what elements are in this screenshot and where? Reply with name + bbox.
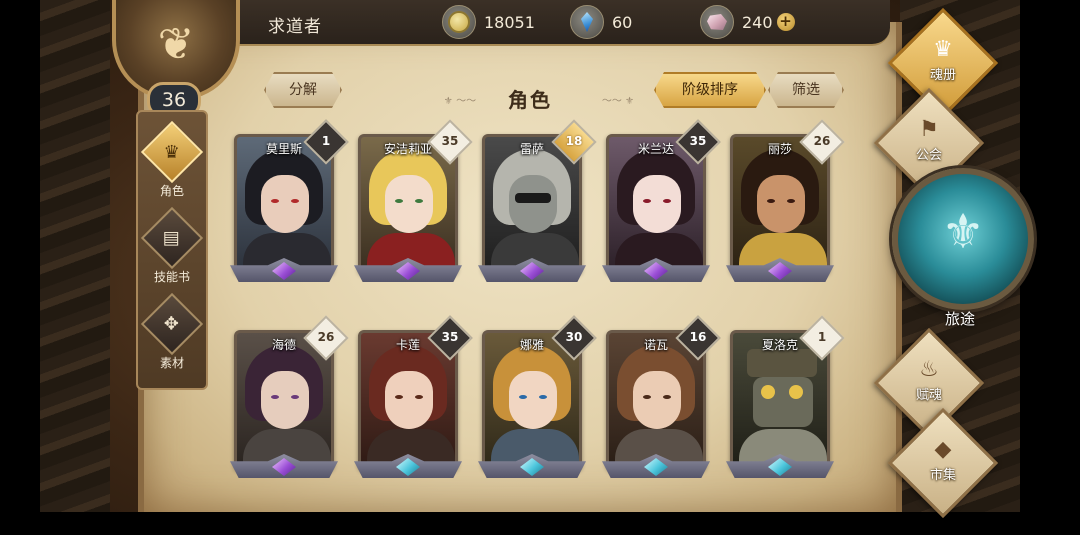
crystal-resource[interactable]: 60: [570, 4, 632, 40]
gold-coin-icon: [442, 5, 476, 39]
title-ornament-left: ⚜ ～～: [443, 96, 477, 107]
soul-book-icon: ♛: [933, 37, 953, 62]
character-card-morris[interactable]: 莫里斯 1: [230, 119, 349, 284]
gold-count: 18051: [484, 12, 535, 32]
player-name: 求道者: [268, 17, 322, 37]
character-card-karen[interactable]: 卡莲 35: [354, 315, 473, 480]
character-portrait: [733, 333, 827, 467]
ore-stone-icon: [700, 5, 734, 39]
rock-border-left: [40, 0, 110, 512]
journey-button[interactable]: ⚜: [892, 168, 1034, 310]
menu-label: 公会: [915, 148, 942, 163]
gold-resource[interactable]: 18051: [442, 4, 535, 40]
nav-item-characters[interactable]: ♛ 角色: [138, 120, 206, 200]
menu-label: 魂册: [929, 68, 956, 83]
ore-resource[interactable]: 240 +: [700, 4, 795, 40]
sort-by-rank-button[interactable]: 阶级排序: [654, 72, 766, 108]
character-card-lisa[interactable]: 丽莎 26: [726, 119, 845, 284]
character-portrait: [485, 333, 579, 467]
decompose-button[interactable]: 分解: [264, 72, 342, 108]
character-crest-icon: ♛: [163, 141, 181, 163]
character-card-nova[interactable]: 诺瓦 16: [602, 315, 721, 480]
guild-icon: ⚑: [919, 117, 939, 142]
character-card-leisa[interactable]: 雷萨 18: [478, 119, 597, 284]
character-portrait: [733, 137, 827, 271]
nav-item-label: 技能书: [153, 270, 190, 284]
character-card-naya[interactable]: 娜雅 30: [478, 315, 597, 480]
character-portrait: [485, 137, 579, 271]
blue-crystal-icon: [570, 5, 604, 39]
crystal-count: 60: [612, 12, 633, 32]
title-ornament-right: ～～ ⚜: [601, 96, 635, 107]
nav-item-materials[interactable]: ✥ 素材: [138, 292, 206, 372]
material-icon: ✥: [164, 313, 180, 335]
nav-item-label: 角色: [159, 184, 184, 198]
panel-title: 角色: [508, 88, 552, 112]
journey-label: 旅途: [944, 310, 975, 328]
menu-label: 市集: [929, 468, 956, 483]
nav-item-label: 素材: [159, 356, 184, 370]
ore-count: 240: [742, 12, 773, 32]
character-portrait: [609, 333, 703, 467]
filter-button[interactable]: 筛选: [768, 72, 844, 108]
character-portrait: [237, 333, 331, 467]
character-card-hyde[interactable]: 海德 26: [230, 315, 349, 480]
nav-item-skill-books[interactable]: ▤ 技能书: [138, 206, 206, 286]
skill-book-icon: ▤: [163, 227, 181, 249]
character-portrait: [609, 137, 703, 271]
character-portrait: [361, 137, 455, 271]
crest-icon: ❦: [157, 18, 195, 70]
character-card-miranda[interactable]: 米兰达 35: [602, 119, 721, 284]
character-portrait: [361, 333, 455, 467]
soul-flame-icon: ♨: [919, 357, 939, 382]
character-portrait: [237, 137, 331, 271]
journey-icon: ⚜: [941, 204, 985, 260]
market-gem-icon: ◆: [934, 437, 952, 462]
character-card-sherlock[interactable]: 夏洛克 1: [726, 315, 845, 480]
menu-label: 赋魂: [915, 388, 942, 403]
add-ore-button[interactable]: +: [776, 13, 795, 31]
left-nav: ♛ 角色 ▤ 技能书 ✥ 素材: [136, 110, 208, 390]
character-card-angelia[interactable]: 安洁莉亚 35: [354, 119, 473, 284]
